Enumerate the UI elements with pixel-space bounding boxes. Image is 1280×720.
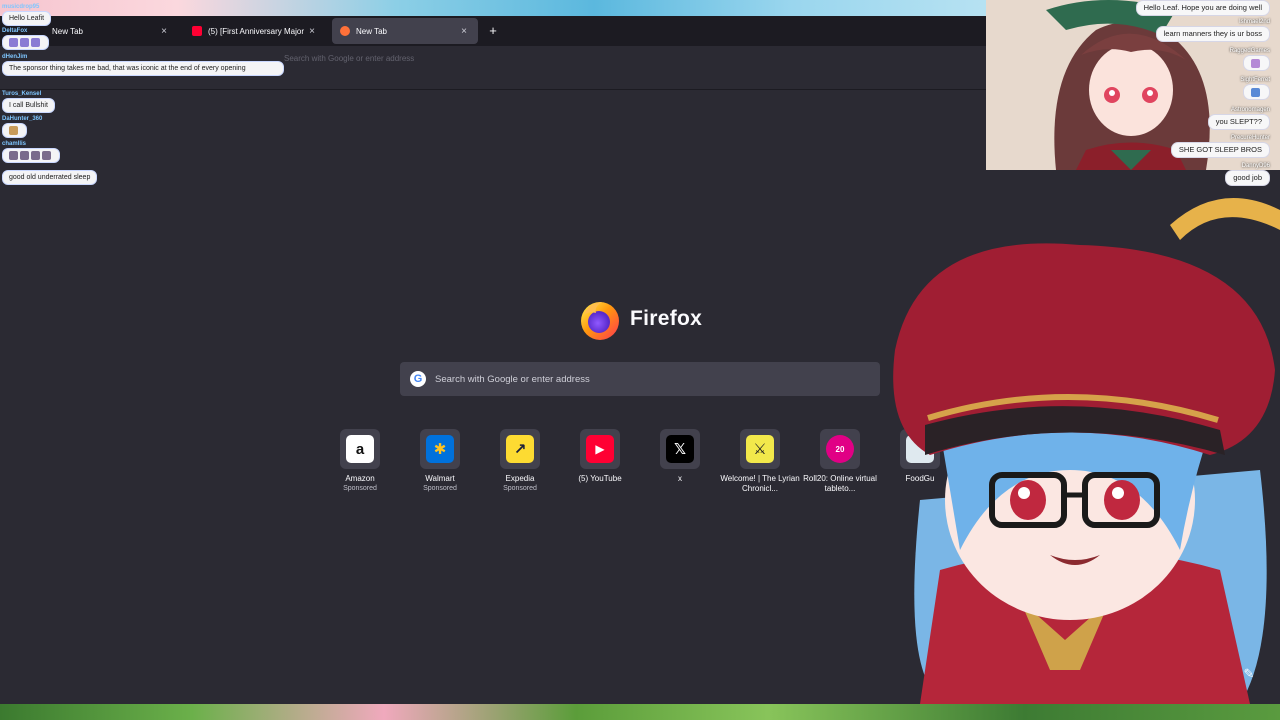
chat-username: musicdrop95 [2, 4, 40, 10]
chat-username: PrecureHunter [1230, 135, 1270, 141]
emote-icon [20, 151, 29, 160]
shortcut-label: (5) YouTube [578, 474, 622, 483]
chat-username: dHenJim [2, 54, 28, 60]
chat-username: SightFerret [1240, 77, 1270, 83]
search-placeholder: Search with Google or enter address [435, 373, 590, 385]
emote-icon [1251, 58, 1260, 68]
firefox-logo-icon [581, 302, 619, 340]
shortcut-label: Expedia [505, 474, 535, 483]
stream-background-bottom [0, 704, 1280, 720]
amazon-icon: a [346, 435, 374, 463]
chat-message: dHenJim The sponsor thing takes me bad, … [2, 54, 286, 76]
chat-text: good old underrated sleep [2, 170, 98, 185]
tab-new-tab[interactable]: New Tab × [44, 18, 178, 44]
emote-icon [31, 151, 40, 160]
url-placeholder: Search with Google or enter address [284, 54, 415, 63]
stream-background-top [0, 0, 990, 16]
chat-username: DannyD96 [1241, 163, 1270, 169]
chat-message: DaHunter_360 [2, 116, 43, 139]
chat-emotes [2, 35, 49, 51]
shortcut-amazon[interactable]: a Amazon Sponsored [320, 429, 400, 494]
firefox-favicon-icon [340, 26, 350, 36]
sponsored-label: Sponsored [503, 485, 537, 492]
roll20-icon: 20 [826, 435, 854, 463]
shortcut-label: Amazon [345, 474, 375, 483]
emote-icon [20, 38, 29, 47]
shortcut-roll20[interactable]: 20 Roll20: Online virtual tableto... [800, 429, 880, 494]
shortcut-label: Welcome! | The Lyrian Chronicl... [720, 474, 800, 493]
sponsored-label: Sponsored [423, 485, 457, 492]
emote-icon [9, 151, 18, 160]
chat-username: Turos_Kensel [2, 91, 42, 97]
tab-label: New Tab [52, 26, 83, 36]
chat-text: learn manners they is ur boss [1155, 26, 1270, 42]
chat-text: The sponsor thing takes me bad, that was… [2, 61, 284, 76]
shortcut-youtube[interactable]: ▶ (5) YouTube [560, 429, 640, 484]
chat-emotes [2, 148, 60, 164]
chat-message: Turos_Kensel I call Bullshit [2, 91, 55, 113]
tab-strip: New Tab × (5) [First Anniversary Major U… [0, 16, 986, 46]
chat-text: I call Bullshit [2, 98, 55, 113]
chat-username: RaggedGames [1229, 48, 1270, 54]
tab-youtube[interactable]: (5) [First Anniversary Major Upd × [184, 18, 326, 44]
close-icon[interactable]: × [158, 26, 170, 37]
emote-icon [9, 126, 18, 135]
shortcut-label: Roll20: Online virtual tableto... [803, 474, 877, 493]
shortcut-expedia[interactable]: ↗ Expedia Sponsored [480, 429, 560, 494]
chat-message: musicdrop95 Hello Leafit [2, 4, 52, 26]
chat-emotes [1243, 84, 1270, 100]
emote-icon [42, 151, 51, 160]
lyrian-icon: ⚔ [746, 435, 774, 463]
google-icon: G [410, 371, 426, 387]
chat-message: Astronomagen you SLEPT?? [1207, 107, 1270, 130]
chat-username: chamllis [2, 141, 27, 147]
tab-new-tab-active[interactable]: New Tab × [332, 18, 478, 44]
chat-message: good old underrated sleep [2, 170, 98, 185]
chat-text: Hello Leafit [2, 11, 52, 26]
chat-message: chamllis [2, 141, 60, 164]
vtuber-avatar-icon [893, 198, 1280, 704]
chat-text: Hello Leaf. Hope you are doing well [1135, 0, 1270, 16]
youtube-icon: ▶ [586, 435, 614, 463]
chat-message: PrecureHunter SHE GOT SLEEP BROS [1170, 135, 1270, 158]
shortcut-walmart[interactable]: ✱ Walmart Sponsored [400, 429, 480, 494]
close-icon[interactable]: × [306, 26, 318, 37]
emote-icon [31, 38, 40, 47]
chat-username: DeltaFox [2, 28, 28, 34]
brand-name: Firefox [630, 307, 703, 330]
firefox-brand: Firefox [578, 297, 702, 341]
chat-message: SightFerret [1240, 77, 1270, 100]
chat-message: RaggedGames [1230, 48, 1270, 71]
emote-icon [9, 38, 18, 47]
close-icon[interactable]: × [458, 26, 470, 37]
chat-username: Ishmael2nd [1238, 19, 1270, 25]
chat-text: you SLEPT?? [1207, 114, 1270, 130]
new-tab-plus-icon[interactable]: + [484, 22, 502, 40]
walmart-icon: ✱ [426, 435, 454, 463]
x-icon: 𝕏 [666, 435, 694, 463]
chat-message: DeltaFox [2, 28, 49, 51]
chat-emotes [2, 123, 27, 139]
chat-text: SHE GOT SLEEP BROS [1170, 142, 1270, 158]
chat-username: DaHunter_360 [2, 116, 43, 122]
expedia-icon: ↗ [506, 435, 534, 463]
chat-message: Hello Leaf. Hope you are doing well [1135, 0, 1270, 16]
shortcut-label: x [678, 474, 682, 483]
tab-label: (5) [First Anniversary Major Upd [208, 26, 306, 36]
search-input[interactable]: G Search with Google or enter address [400, 362, 880, 396]
chat-message: Ishmael2nd learn manners they is ur boss [1155, 19, 1270, 42]
shortcut-lyrian-chronicles[interactable]: ⚔ Welcome! | The Lyrian Chronicl... [720, 429, 800, 494]
emote-icon [1251, 87, 1260, 97]
shortcut-label: Walmart [425, 474, 455, 483]
tab-label: New Tab [356, 26, 387, 36]
pencil-edit-icon[interactable]: ✎ [1240, 665, 1258, 683]
youtube-favicon-icon [192, 26, 202, 36]
chat-username: Astronomagen [1230, 107, 1270, 113]
chat-emotes [1243, 55, 1270, 71]
shortcut-x[interactable]: 𝕏 x [640, 429, 720, 484]
sponsored-label: Sponsored [343, 485, 377, 492]
